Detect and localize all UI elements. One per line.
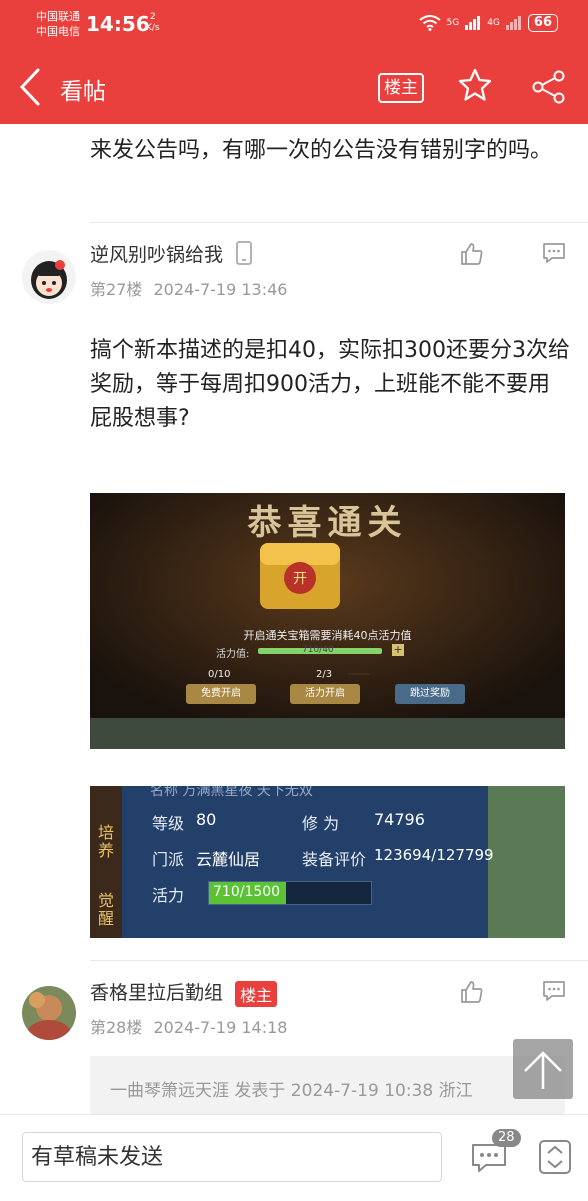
clock: 14:56 [86, 12, 150, 36]
signal-icon-2 [505, 16, 521, 30]
previous-post-text: 来发公告吗，有哪一次的公告没有错别字的吗。 [90, 138, 553, 163]
vigor-open-button[interactable]: 活力开启 [290, 684, 360, 704]
vigor-label: 活力 [152, 886, 185, 905]
op-badge: 楼主 [235, 980, 278, 1007]
title-bar: 看帖 楼主 [0, 50, 588, 124]
divider [90, 960, 588, 961]
vigor-bar: 710/40 [258, 645, 382, 655]
free-open-button[interactable]: 免费开启 [186, 684, 256, 704]
reward-title: 恭喜通关 [247, 503, 408, 543]
like-icon[interactable] [460, 980, 484, 1004]
char-name-row: 名称 万满黑星夜 天下无双 [150, 786, 313, 799]
comment-icon[interactable] [542, 980, 566, 1002]
signal-icon [465, 16, 481, 30]
plus-icon[interactable]: + [392, 644, 404, 656]
share-icon[interactable] [532, 70, 566, 104]
battery-icon: 66 [527, 14, 558, 32]
username[interactable]: 香格里拉后勤组 [90, 982, 223, 1004]
free-count: 0/10 [208, 669, 231, 680]
like-icon[interactable] [460, 242, 484, 266]
speed-value: 2 [149, 12, 156, 22]
comment-icon[interactable] [542, 242, 566, 264]
avatar[interactable] [22, 250, 76, 304]
page-title: 看帖 [60, 79, 106, 105]
level-label: 等级 [152, 814, 185, 833]
network-5g-label: 5G [446, 18, 460, 28]
carrier-1: 中国联通 [36, 10, 80, 23]
post-datetime: 2024-7-19 14:18 [153, 1018, 288, 1037]
back-to-top-button[interactable] [513, 1039, 573, 1099]
level-value: 80 [196, 810, 217, 829]
skip-reward-button[interactable]: 跳过奖励 [395, 684, 465, 704]
avatar-image [22, 250, 76, 304]
comment-count-badge: 28 [492, 1129, 521, 1147]
post27-username-row: 逆风别吵锅给我 [90, 240, 253, 267]
carrier-info: 中国联通 中国电信 [36, 9, 80, 39]
cultivation-label: 修 为 [302, 814, 340, 833]
network-4g-label: 4G [487, 18, 500, 28]
vigor-track: 710/1500 [208, 881, 372, 905]
side-tab-awaken[interactable]: 觉醒 [98, 892, 116, 928]
favorite-star-icon[interactable] [458, 68, 492, 102]
equip-rating-label: 装备评价 [302, 850, 367, 869]
quote-header: 一曲琴箫远天涯 发表于 2024-7-19 10:38 浙江 [110, 1081, 473, 1101]
back-icon[interactable] [16, 68, 46, 106]
equip-rating-value: 123694/127799 [374, 846, 494, 864]
avatar[interactable] [22, 986, 76, 1040]
vigor-count: 2/3 [316, 669, 333, 680]
post28-username-row: 香格里拉后勤组 楼主 [90, 978, 278, 1007]
sect-value: 云麓仙居 [196, 850, 261, 869]
arrow-up-icon [524, 1051, 562, 1089]
carrier-2: 中国电信 [36, 25, 80, 38]
vigor-bar-value: 710/40 [302, 645, 334, 655]
thread-content[interactable]: 来发公告吗，有哪一次的公告没有错别字的吗。 逆风别吵锅给我 第27楼 2024-… [0, 124, 588, 1114]
cultivation-value: 74796 [374, 810, 425, 829]
wifi-icon [418, 15, 441, 31]
floor-number: 第28楼 [90, 1018, 143, 1037]
status-bar: 中国联通 中国电信 14:56 2 K/s 5G 4G 66 [0, 0, 588, 50]
post-image-game-reward[interactable]: 恭喜通关 开 开启通关宝箱需要消耗40点活力值 活力值: 710/40 + 0/… [90, 493, 565, 749]
network-speed: 2 K/s [146, 12, 160, 34]
side-tab-cultivate[interactable]: 培养 [98, 824, 116, 860]
page-navigation-icon[interactable] [538, 1139, 572, 1175]
divider [90, 222, 588, 223]
reply-input[interactable]: 有草稿未发送 [22, 1132, 442, 1182]
bottom-bar: 有草稿未发送 28 [0, 1114, 588, 1201]
post-body: 搞个新本描述的是扣40，实际扣300还要分3次给奖励，等于每周扣900活力，上班… [90, 338, 570, 431]
speed-unit: K/s [146, 23, 160, 33]
vigor-value: 710/1500 [213, 884, 281, 900]
sect-label: 门派 [152, 850, 185, 869]
post-datetime: 2024-7-19 13:46 [153, 280, 288, 299]
username[interactable]: 逆风别吵锅给我 [90, 244, 223, 266]
vigor-bar-label: 活力值: [216, 649, 250, 660]
quoted-post[interactable]: 一曲琴箫远天涯 发表于 2024-7-19 10:38 浙江 [90, 1056, 565, 1114]
only-op-button[interactable]: 楼主 [378, 73, 424, 103]
floor-number: 第27楼 [90, 280, 143, 299]
post-image-character-stats[interactable]: 名称 万满黑星夜 天下无双 培养 觉醒 等级 80 修 为 74796 门派 云… [90, 786, 565, 938]
status-icons: 5G 4G 66 [418, 14, 558, 32]
reward-desc: 开启通关宝箱需要消耗40点活力值 [243, 629, 412, 642]
chest-label: 开 [293, 571, 307, 587]
post28-meta: 第28楼 2024-7-19 14:18 [90, 1014, 287, 1038]
phone-icon [236, 241, 252, 265]
avatar-image [22, 986, 76, 1040]
post27-meta: 第27楼 2024-7-19 13:46 [90, 276, 287, 300]
